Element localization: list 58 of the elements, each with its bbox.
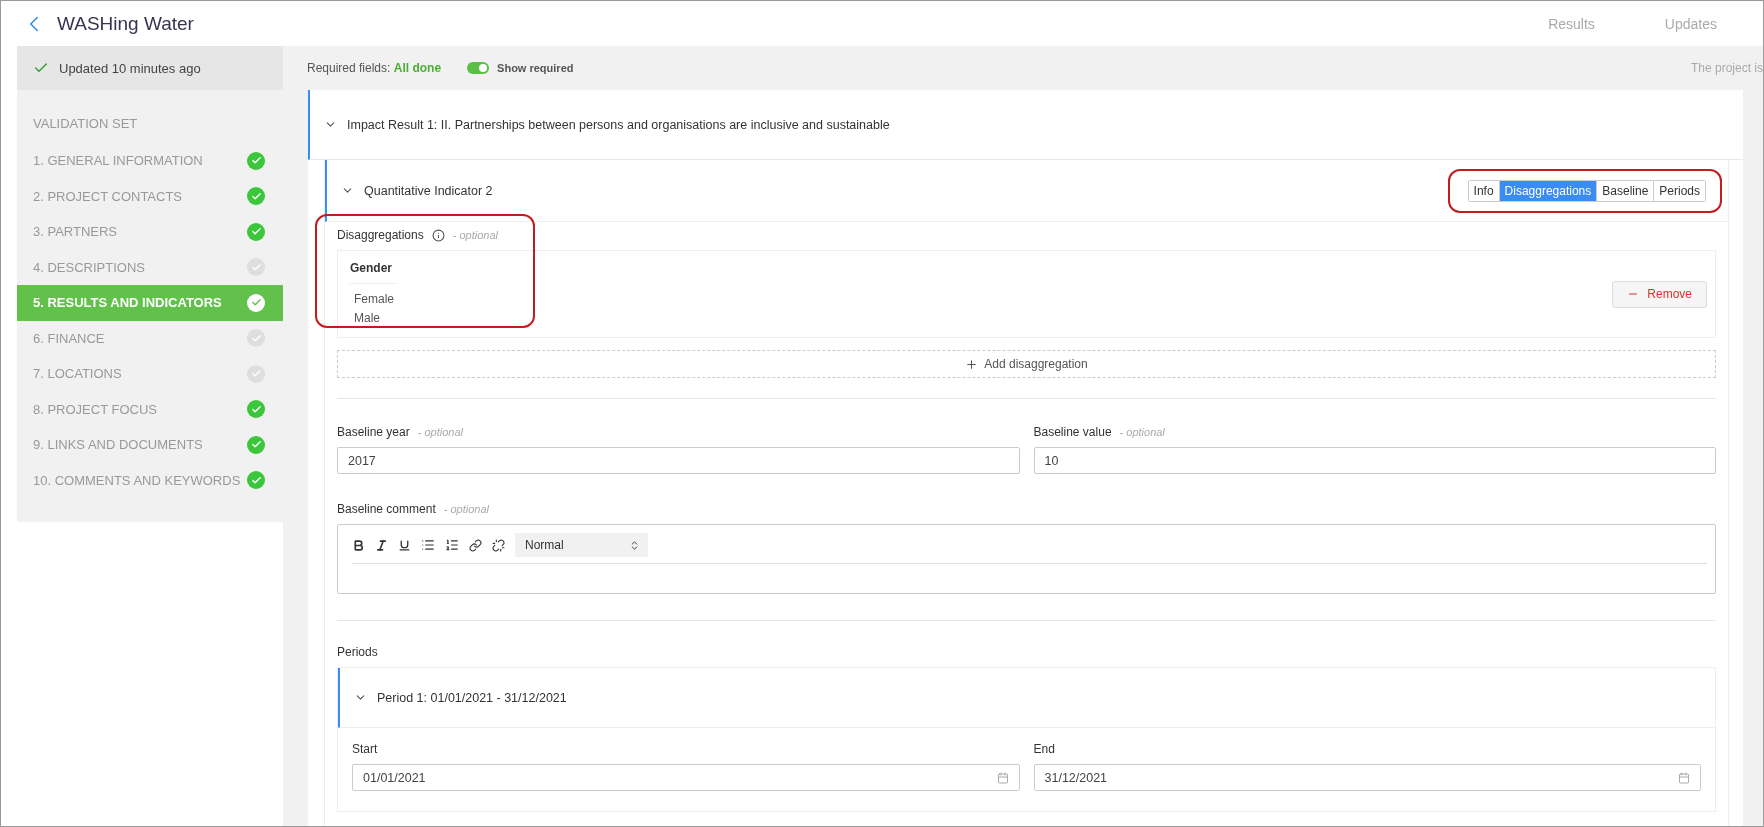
field-label: Disaggregations <box>337 228 424 242</box>
add-disaggregation-button[interactable]: Add disaggregation <box>337 350 1716 378</box>
field-label: Start <box>352 742 378 756</box>
date-field[interactable]: 01/01/2021 <box>352 764 1020 791</box>
tab[interactable]: Disaggregations <box>1498 180 1597 201</box>
unlink-icon[interactable] <box>492 538 505 552</box>
sidebar-item[interactable]: 3. PARTNERS <box>17 214 283 250</box>
italic-icon[interactable] <box>375 538 388 552</box>
caret-icon <box>629 539 640 551</box>
sidebar-item[interactable]: 7. LOCATIONS <box>17 356 283 392</box>
sidebar-item[interactable]: 6. FINANCE <box>17 320 283 356</box>
numbered-list-icon[interactable] <box>445 538 459 552</box>
field-label: Baseline year <box>337 425 410 439</box>
calendar-icon <box>1678 771 1690 784</box>
project-note: The project is <box>1690 61 1763 75</box>
section-label: VALIDATION SET <box>32 115 139 133</box>
field-label: End <box>1033 742 1055 756</box>
plus-icon <box>965 357 979 371</box>
tab[interactable]: Periods <box>1653 180 1705 201</box>
result-title[interactable]: Impact Result 1: II. Partnerships between persons and organisations are inclusive and sustainable <box>347 117 890 132</box>
field-label: Baseline comment <box>337 502 436 516</box>
group-value: Female <box>354 290 395 308</box>
required-status: Required fields: All done <box>307 61 442 75</box>
optional-hint: - optional <box>417 426 463 438</box>
sidebar-item[interactable]: 1. GENERAL INFORMATION <box>17 143 283 179</box>
calendar-icon <box>996 771 1009 784</box>
group-value: Male <box>354 309 381 327</box>
project-title: WASHing Water <box>57 12 195 35</box>
nav-link[interactable]: Updates <box>1664 15 1717 32</box>
sidebar-item[interactable]: 5. RESULTS AND INDICATORS <box>17 285 283 321</box>
optional-hint: - optional <box>452 229 498 241</box>
date-field[interactable]: 31/12/2021 <box>1033 764 1701 791</box>
bold-icon[interactable] <box>352 538 365 552</box>
link-icon[interactable] <box>469 538 482 552</box>
remove-button[interactable]: Remove <box>1612 280 1707 308</box>
optional-hint: - optional <box>1119 426 1165 438</box>
underline-icon[interactable] <box>398 538 411 552</box>
sidebar-item[interactable]: 8. PROJECT FOCUS <box>17 391 283 427</box>
sidebar-item[interactable]: 10. COMMENTS AND KEYWORDS <box>17 462 283 498</box>
year-field[interactable]: 2017 <box>337 447 1020 474</box>
field-label: Baseline value <box>1033 425 1112 439</box>
comment-editor[interactable]: Normal <box>337 524 1716 594</box>
optional-hint: - optional <box>443 503 489 515</box>
toggle-label: Show required <box>497 62 574 74</box>
sidebar-item[interactable]: 2. PROJECT CONTACTS <box>17 178 283 214</box>
nav-link[interactable]: Results <box>1548 15 1595 32</box>
section-heading: Periods <box>337 645 378 659</box>
info-icon[interactable] <box>431 228 445 242</box>
sidebar-item[interactable]: 4. DESCRIPTIONS <box>17 249 283 285</box>
toggle-switch[interactable] <box>467 62 490 74</box>
bullet-list-icon[interactable] <box>421 538 435 552</box>
update-status: Updated 10 minutes ago <box>59 60 201 76</box>
value-field[interactable]: 10 <box>1033 447 1716 474</box>
indicator-title[interactable]: Quantitative Indicator 2 <box>364 183 493 198</box>
format-select[interactable]: Normal <box>515 533 648 557</box>
sidebar-item[interactable]: 9. LINKS AND DOCUMENTS <box>17 427 283 463</box>
period-title[interactable]: Period 1: 01/01/2021 - 31/12/2021 <box>377 690 567 705</box>
group-name: Gender <box>350 260 396 284</box>
